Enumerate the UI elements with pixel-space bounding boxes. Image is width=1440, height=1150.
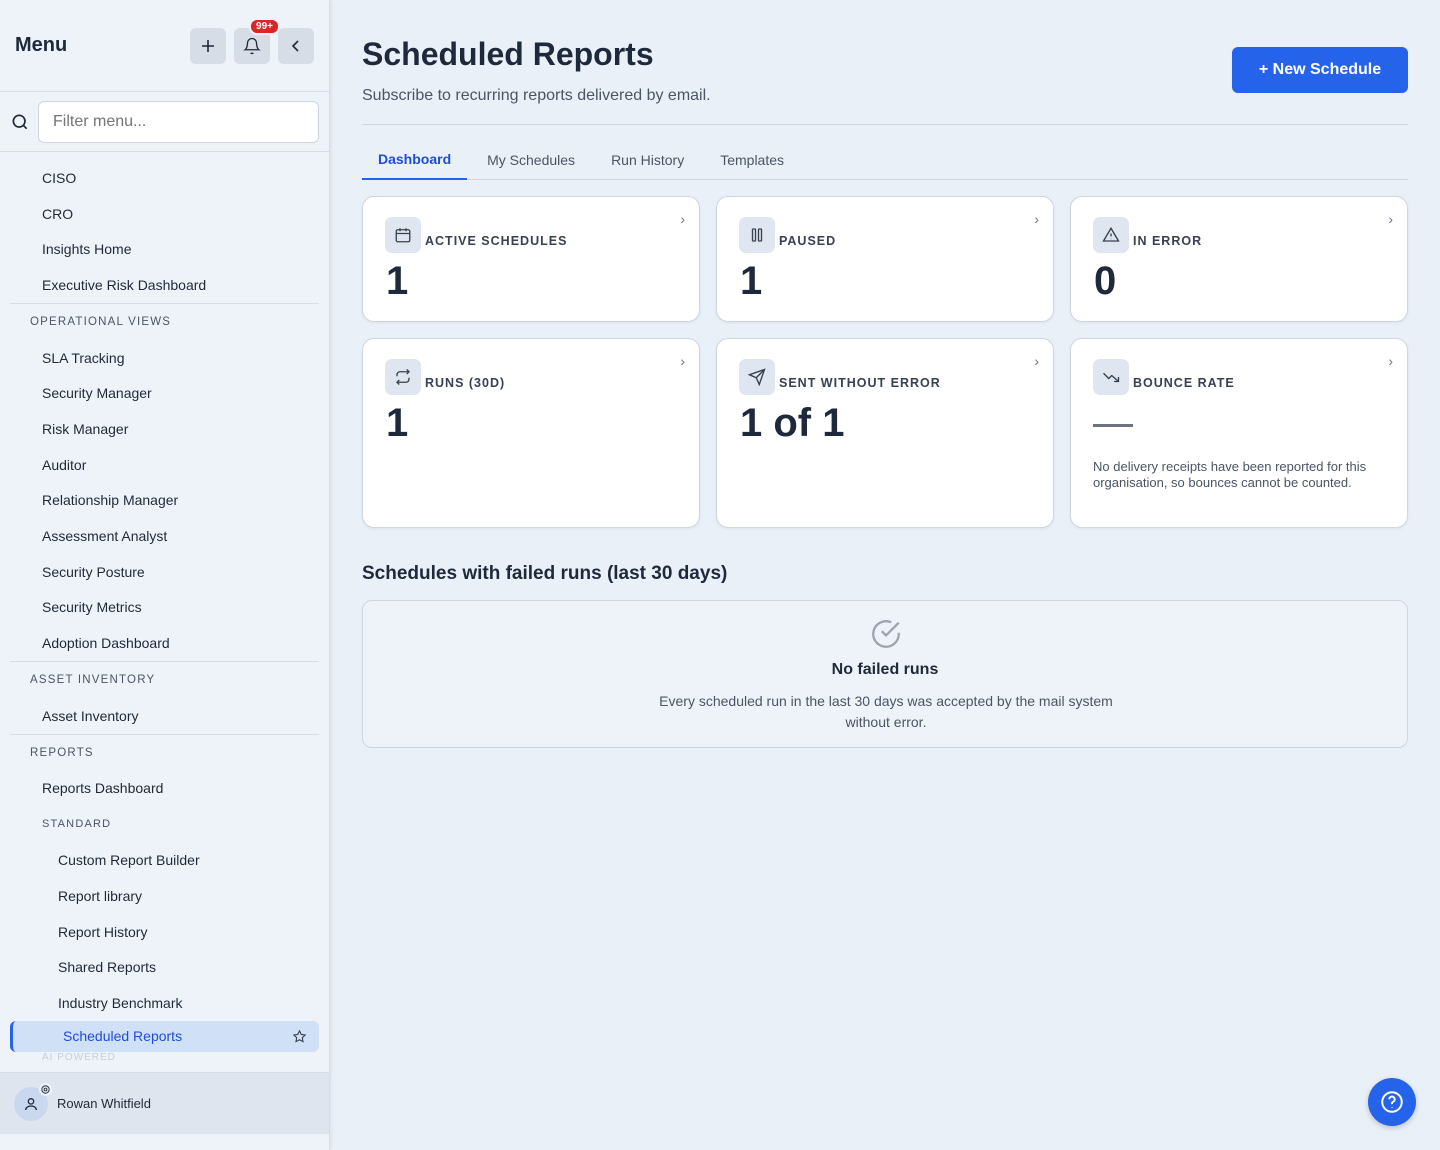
sidebar-item-adoption-dashboard[interactable]: Adoption Dashboard [0,625,329,661]
sidebar-title: Menu [15,34,68,56]
sidebar-item-industry-benchmark[interactable]: Industry Benchmark [0,985,329,1021]
search-icon [12,114,28,129]
chevron-right-icon: › [1388,353,1393,369]
card-active-schedules[interactable]: ACTIVE SCHEDULES › 1 [362,196,700,322]
section-standard: STANDARD [42,818,112,831]
warning-icon [1093,217,1129,253]
header-divider [362,124,1408,125]
chevron-right-icon: › [1388,211,1393,227]
sidebar-item-scheduled-reports[interactable]: Scheduled Reports [10,1020,319,1052]
repeat-icon [385,359,421,395]
new-schedule-button[interactable]: + New Schedule [1232,47,1408,93]
card-paused[interactable]: PAUSED › 1 [716,196,1054,322]
empty-text: Every scheduled run in the last 30 days … [659,693,1113,730]
section-operational-views: OPERATIONAL VIEWS [30,315,172,328]
empty-title: No failed runs [831,661,939,678]
sidebar-item-assessment-analyst[interactable]: Assessment Analyst [0,518,329,554]
tab-my-schedules[interactable]: My Schedules [471,140,591,180]
avatar[interactable] [14,1082,52,1121]
sidebar-item-shared-reports[interactable]: Shared Reports [0,949,329,985]
user-icon [25,1097,37,1110]
tab-dashboard[interactable]: Dashboard [362,140,468,180]
sidebar-item-auditor[interactable]: Auditor [0,447,329,483]
card-label: BOUNCE RATE [1133,376,1235,390]
sidebar-item-cro[interactable]: CRO [0,196,329,232]
failed-runs-empty-state: No failed runs Every scheduled run in th… [362,600,1408,748]
chevron-left-icon [291,39,299,52]
page-title: Scheduled Reports [362,36,654,72]
calendar-icon [385,217,421,253]
help-button[interactable] [1368,1078,1416,1126]
card-runs-30d[interactable]: RUNS (30D) › 1 [362,338,700,528]
chevron-right-icon: › [680,353,685,369]
sidebar-item-custom-report-builder[interactable]: Custom Report Builder [0,842,329,878]
card-bounce-rate[interactable]: BOUNCE RATE › No delivery receipts have … [1070,338,1408,528]
sidebar-item-sla-tracking[interactable]: SLA Tracking [0,340,329,376]
section-asset-inventory: ASSET INVENTORY [30,673,156,686]
star-icon[interactable] [292,1029,307,1044]
sidebar-search [0,92,329,152]
collapse-sidebar-button[interactable] [278,27,314,64]
plus-icon [202,39,214,52]
chevron-right-icon: › [1034,211,1039,227]
sidebar-item-security-posture[interactable]: Security Posture [0,554,329,590]
filter-menu-input[interactable] [38,100,319,143]
card-value: 1 of 1 [740,401,845,445]
card-label: IN ERROR [1133,234,1203,248]
user-name: Rowan Whitfield [57,1096,151,1111]
add-button[interactable] [190,27,226,64]
card-value: 1 [740,259,763,303]
tab-bar: Dashboard My Schedules Run History Templ… [362,140,1408,180]
card-label: RUNS (30D) [425,376,506,390]
section-reports: REPORTS [30,746,94,759]
page-subtitle: Subscribe to recurring reports delivered… [362,87,711,104]
sidebar-header: Menu 99+ [0,0,329,92]
user-footer[interactable]: Rowan Whitfield [0,1072,329,1134]
notification-badge: 99+ [249,17,280,35]
sidebar-item-insights-home[interactable]: Insights Home [0,231,329,267]
sidebar-item-report-history[interactable]: Report History [0,914,329,950]
help-icon [1381,1091,1403,1113]
card-value: 0 [1094,259,1117,303]
pause-icon [739,217,775,253]
sidebar-item-report-library[interactable]: Report library [0,878,329,914]
tab-run-history[interactable]: Run History [595,140,700,180]
card-value: 1 [386,259,409,303]
card-in-error[interactable]: IN ERROR › 0 [1070,196,1408,322]
card-sent-without-error[interactable]: SENT WITHOUT ERROR › 1 of 1 [716,338,1054,528]
trending-down-icon [1093,359,1129,395]
gear-icon [39,1082,52,1096]
card-label: ACTIVE SCHEDULES [425,234,568,248]
card-description: No delivery receipts have been reported … [1093,459,1367,490]
card-label: SENT WITHOUT ERROR [779,376,941,390]
section-title-failed-runs: Schedules with failed runs (last 30 days… [362,563,728,584]
sidebar-item-executive-risk-dashboard[interactable]: Executive Risk Dashboard [0,267,329,303]
sidebar-item-reports-dashboard[interactable]: Reports Dashboard [0,771,329,807]
stat-cards: ACTIVE SCHEDULES › 1 PAUSED › 1 IN ERROR… [362,196,1408,528]
empty-value-dash [1093,424,1133,427]
chevron-right-icon: › [680,211,685,227]
sidebar-item-asset-inventory[interactable]: Asset Inventory [0,698,329,734]
sidebar-item-security-metrics[interactable]: Security Metrics [0,590,329,626]
check-circle-icon [872,620,900,648]
sidebar-item-relationship-manager[interactable]: Relationship Manager [0,483,329,519]
card-value: 1 [386,401,409,445]
sidebar-item-label: Scheduled Reports [63,1028,183,1045]
sidebar-item-security-manager[interactable]: Security Manager [0,375,329,411]
sidebar-nav: CISO CRO Insights Home Executive Risk Da… [0,160,329,1070]
notifications-button[interactable]: 99+ [234,17,280,64]
sidebar: Menu 99+ CISO CRO Insights Home Executiv… [0,0,330,1150]
sidebar-item-risk-manager[interactable]: Risk Manager [0,411,329,447]
tab-templates[interactable]: Templates [704,140,800,180]
sidebar-item-ciso[interactable]: CISO [0,160,329,196]
chevron-right-icon: › [1034,353,1039,369]
send-icon [739,359,775,395]
section-ai-powered: AI POWERED [42,1051,116,1063]
bell-icon [243,37,261,54]
card-label: PAUSED [779,234,837,248]
